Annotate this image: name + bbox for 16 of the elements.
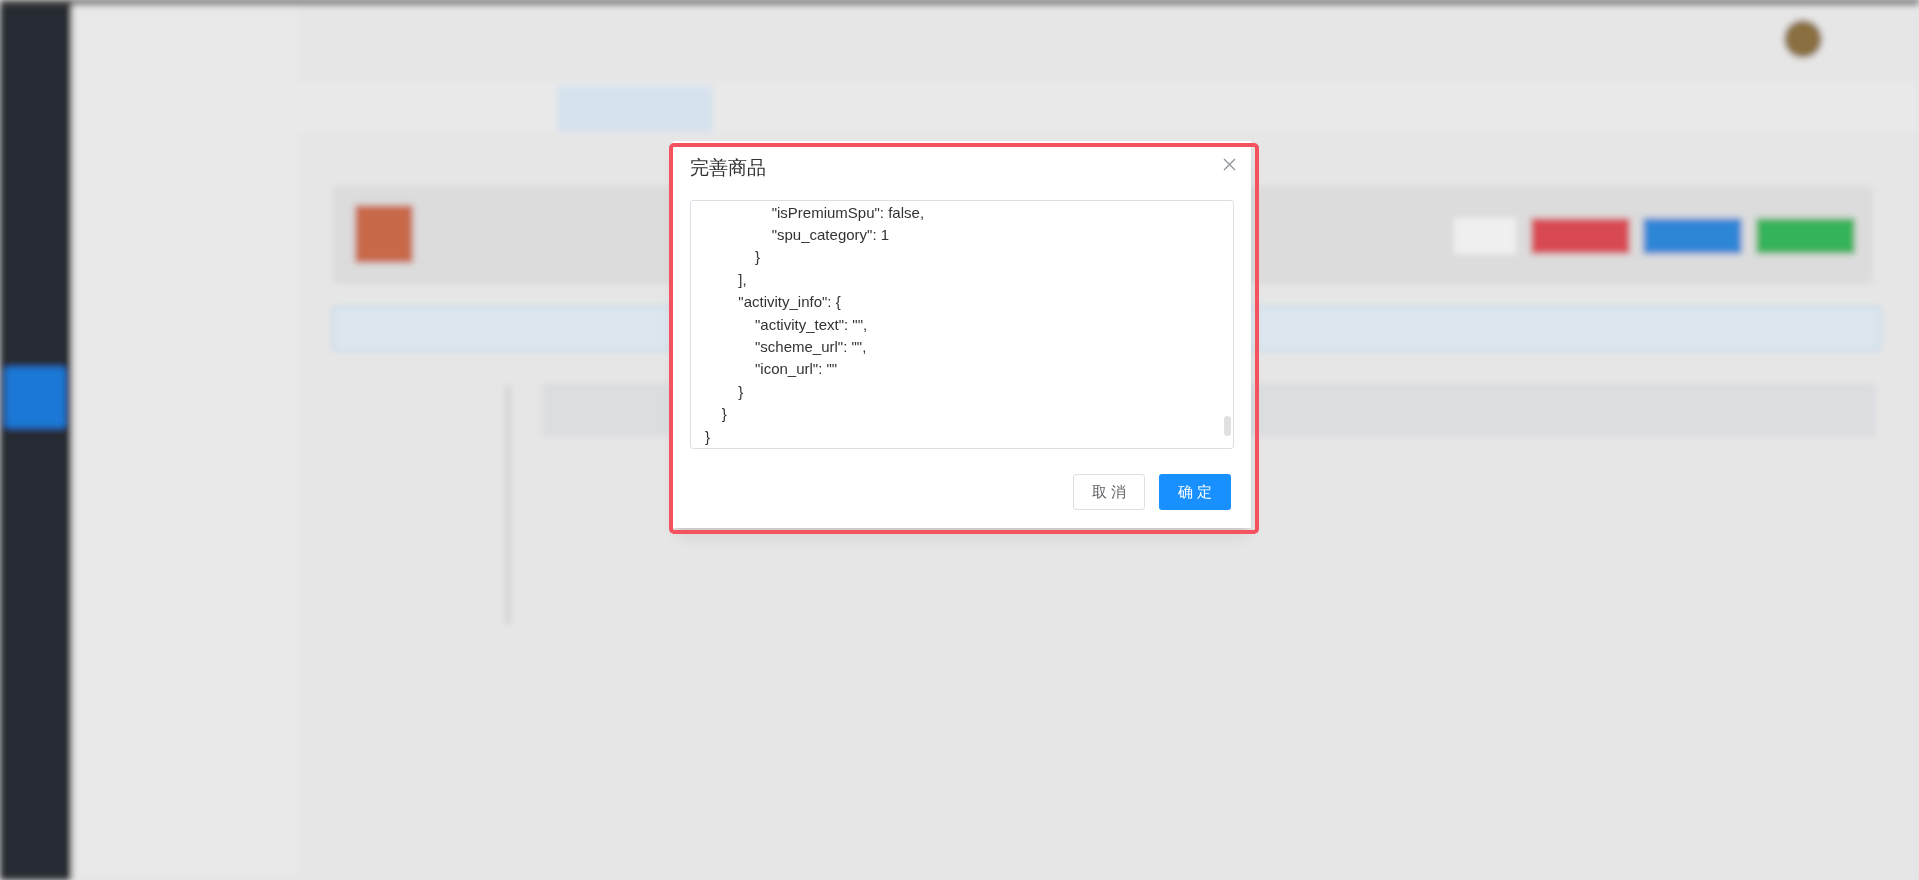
code-line: "icon_url": "" — [754, 359, 839, 380]
cancel-button[interactable]: 取 消 — [1073, 474, 1145, 510]
code-line: "activity_text": "", — [754, 314, 869, 335]
code-line: } — [737, 381, 745, 402]
close-icon[interactable] — [1223, 158, 1236, 171]
code-textarea[interactable]: "isPremiumSpu": false, "spu_category": 1 } ], "activity_info": { "activity_text": "", "scheme_url": "", "icon_url": "" } } } — [690, 200, 1234, 449]
code-line: "spu_category": 1 — [770, 224, 891, 245]
scrollbar-thumb[interactable] — [1224, 416, 1231, 436]
code-line: "isPremiumSpu": false, — [770, 202, 925, 223]
dialog-title: 完善商品 — [690, 156, 766, 180]
code-line: } — [720, 404, 728, 425]
code-line: "activity_info": { — [737, 292, 842, 313]
code-line: } — [705, 426, 711, 447]
code-line: } — [754, 247, 762, 268]
code-line: ], — [737, 269, 748, 290]
code-line: "scheme_url": "", — [754, 336, 868, 357]
